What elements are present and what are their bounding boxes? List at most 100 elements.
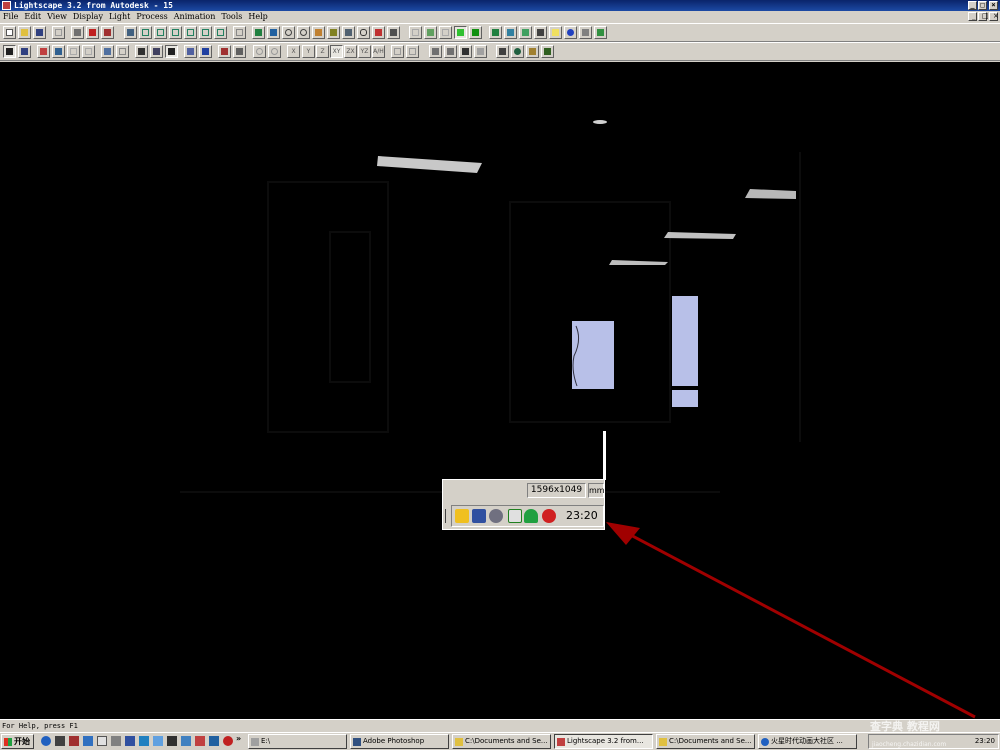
menu-help[interactable]: Help (245, 11, 270, 23)
zoom-previous-button[interactable] (387, 26, 400, 39)
task-button-explorer[interactable]: E:\ (248, 734, 347, 749)
quicklaunch-app-icon[interactable] (125, 736, 135, 746)
view-tool-5[interactable] (199, 26, 212, 39)
start-button[interactable]: 开始 (1, 734, 34, 749)
quicklaunch-app-icon[interactable] (83, 736, 93, 746)
orbit-button[interactable] (252, 26, 265, 39)
volume-icon[interactable] (489, 509, 503, 523)
render-wire-button[interactable] (409, 26, 422, 39)
ie-icon[interactable] (41, 736, 51, 746)
view-tool-3[interactable] (169, 26, 182, 39)
batch-button[interactable] (496, 45, 509, 58)
undo-button[interactable] (52, 26, 65, 39)
open-file-button[interactable] (18, 26, 31, 39)
render-hidden-button[interactable] (424, 26, 437, 39)
menu-display[interactable]: Display (70, 11, 106, 23)
quicklaunch-app-icon[interactable] (55, 736, 65, 746)
zoom-button[interactable] (282, 26, 295, 39)
layers-button[interactable] (489, 26, 502, 39)
headphones-button[interactable] (357, 26, 370, 39)
axis-x-button[interactable]: X (287, 45, 300, 58)
refresh-button[interactable] (268, 45, 281, 58)
stop-button[interactable] (541, 45, 554, 58)
render-shaded-button[interactable] (469, 26, 482, 39)
doc-close-button[interactable]: × (989, 12, 999, 21)
tool-figure-1[interactable] (429, 45, 442, 58)
quicklaunch-app-icon[interactable] (223, 736, 233, 746)
zoom-extents-button[interactable] (372, 26, 385, 39)
select-material-button[interactable] (67, 45, 80, 58)
umbrella-icon[interactable] (524, 509, 538, 523)
view-tool-6[interactable] (214, 26, 227, 39)
maximize-button[interactable]: □ (978, 1, 987, 10)
axis-y-button[interactable]: Y (302, 45, 315, 58)
quicklaunch-app-icon[interactable] (139, 736, 149, 746)
plane-yz-button[interactable]: YZ (358, 45, 371, 58)
quicklaunch-app-icon[interactable] (181, 736, 191, 746)
tool-figure-2[interactable] (444, 45, 457, 58)
menu-process[interactable]: Process (133, 11, 170, 23)
quicklaunch-app-icon[interactable] (69, 736, 79, 746)
close-button[interactable]: × (989, 1, 998, 10)
select-surface-button[interactable] (37, 45, 50, 58)
globe-button[interactable] (564, 26, 577, 39)
blocks-button[interactable] (519, 26, 532, 39)
doc-restore-button[interactable]: □ (978, 12, 989, 21)
list-button[interactable] (579, 26, 592, 39)
plane-zx-button[interactable]: ZX (344, 45, 357, 58)
tool-figure-3[interactable] (459, 45, 472, 58)
view-tool-4[interactable] (184, 26, 197, 39)
rotate-button[interactable] (267, 26, 280, 39)
minimize-button[interactable]: _ (968, 1, 977, 10)
security-monitor-icon[interactable] (508, 509, 522, 523)
axis-z-button[interactable]: Z (316, 45, 329, 58)
task-button-lightscape[interactable]: Lightscape 3.2 from... (554, 734, 653, 749)
viewport-3d[interactable] (0, 62, 1000, 719)
pick-region-button[interactable] (18, 45, 31, 58)
quicklaunch-app-icon[interactable] (209, 736, 219, 746)
doc-minimize-button[interactable]: _ (968, 12, 977, 21)
render-button[interactable] (594, 26, 607, 39)
quicklaunch-app-icon[interactable] (97, 736, 107, 746)
add-light-button[interactable] (218, 45, 231, 58)
toolbar-grip[interactable] (445, 509, 449, 523)
view-tool-1[interactable] (139, 26, 152, 39)
render-solid-button[interactable] (454, 26, 467, 39)
plane-xy-button[interactable]: XY (330, 45, 343, 58)
lights-button[interactable] (534, 26, 547, 39)
wireframe-button[interactable] (233, 26, 246, 39)
antivirus-shield-icon[interactable] (542, 509, 556, 523)
quicklaunch-app-icon[interactable] (195, 736, 205, 746)
task-button-folder-2[interactable]: C:\Documents and Se... (656, 734, 755, 749)
align-button[interactable] (391, 45, 404, 58)
view-tool-2[interactable] (154, 26, 167, 39)
radiosity-button[interactable] (511, 45, 524, 58)
properties-button[interactable] (184, 45, 197, 58)
app-icon[interactable] (2, 1, 11, 10)
scale-button[interactable] (165, 45, 178, 58)
menu-file[interactable]: File (0, 11, 21, 23)
light-person-button[interactable] (233, 45, 246, 58)
task-button-photoshop[interactable]: Adobe Photoshop (350, 734, 449, 749)
fly-button[interactable] (342, 26, 355, 39)
materials-button[interactable] (504, 26, 517, 39)
copy-button[interactable] (101, 45, 114, 58)
quicklaunch-app-icon[interactable] (167, 736, 177, 746)
network-icon[interactable] (472, 509, 486, 523)
menu-view[interactable]: View (44, 11, 70, 23)
select-layer-button[interactable] (82, 45, 95, 58)
quicklaunch-app-icon[interactable] (153, 736, 163, 746)
quicklaunch-app-icon[interactable] (111, 736, 121, 746)
save-button[interactable] (33, 26, 46, 39)
process-button[interactable] (526, 45, 539, 58)
help-button[interactable] (86, 26, 99, 39)
qq-penguin-icon[interactable] (455, 509, 469, 523)
task-button-browser[interactable]: 火星时代动画大社区 ... (758, 734, 857, 749)
mirror-button[interactable] (406, 45, 419, 58)
pick-arrow-button[interactable] (3, 45, 16, 58)
rotate-object-button[interactable] (150, 45, 163, 58)
zoom-window-button[interactable] (297, 26, 310, 39)
tool-figure-4[interactable] (474, 45, 487, 58)
menu-edit[interactable]: Edit (21, 11, 44, 23)
render-flat-button[interactable] (439, 26, 452, 39)
